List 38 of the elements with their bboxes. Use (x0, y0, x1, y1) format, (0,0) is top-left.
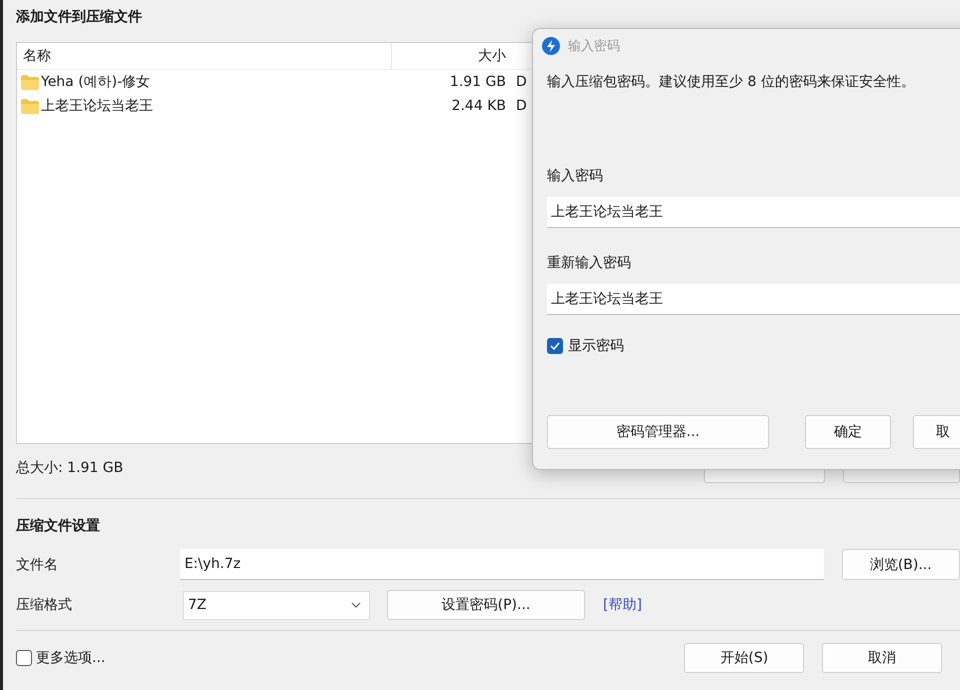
dialog-message: 输入压缩包密码。建议使用至少 8 位的密码来保证安全性。 (547, 73, 916, 91)
folder-icon (21, 74, 39, 90)
field-label: 输入密码 (547, 167, 604, 185)
set-password-button[interactable]: 设置密码(P)... (387, 590, 585, 620)
window-title: 添加文件到压缩文件 (16, 8, 143, 27)
cancel-button[interactable]: 取 (913, 415, 960, 449)
total-size: 总大小: 1.91 GB (16, 459, 124, 477)
format-dropdown[interactable]: 7Z (183, 590, 370, 620)
password-field[interactable]: 上老王论坛当老王 (547, 197, 960, 228)
column-header[interactable]: 大小 (392, 47, 512, 65)
more-options-checkbox[interactable] (16, 650, 32, 666)
file-size: 2.44 KB (450, 98, 507, 114)
start-button[interactable]: 开始(S) (684, 643, 804, 673)
table-cell-text: D (515, 98, 527, 114)
dialog-title: 输入密码 (568, 38, 620, 55)
table-cell-text: D (515, 74, 527, 90)
checkmark-icon (550, 342, 560, 350)
folder-icon (21, 98, 39, 114)
column-header[interactable]: 名称 (17, 43, 392, 69)
file-name[interactable]: Yeha (예하)-修女 (41, 73, 150, 91)
filename-field[interactable]: E:\yh.7z (180, 549, 824, 580)
chevron-down-icon (351, 602, 361, 608)
field-label: 文件名 (16, 556, 59, 574)
ok-button[interactable]: 确定 (805, 415, 891, 449)
password-confirm-field[interactable]: 上老王论坛当老王 (547, 284, 960, 315)
password-manager-button[interactable]: 密码管理器... (547, 415, 769, 449)
checkbox-label[interactable]: 显示密码 (568, 337, 624, 355)
file-size: 1.91 GB (448, 74, 507, 90)
help-link[interactable]: [帮助] (603, 596, 642, 614)
section-title: 压缩文件设置 (16, 517, 101, 536)
field-label: 压缩格式 (16, 596, 73, 614)
app-icon (542, 37, 560, 55)
file-name[interactable]: 上老王论坛当老王 (41, 97, 153, 115)
cancel-button[interactable]: 取消 (822, 643, 942, 673)
show-password-checkbox[interactable] (547, 338, 563, 354)
browse-button[interactable]: 浏览(B)... (842, 549, 960, 580)
checkbox-label[interactable]: 更多选项... (36, 649, 106, 667)
field-label: 重新输入密码 (547, 254, 632, 272)
